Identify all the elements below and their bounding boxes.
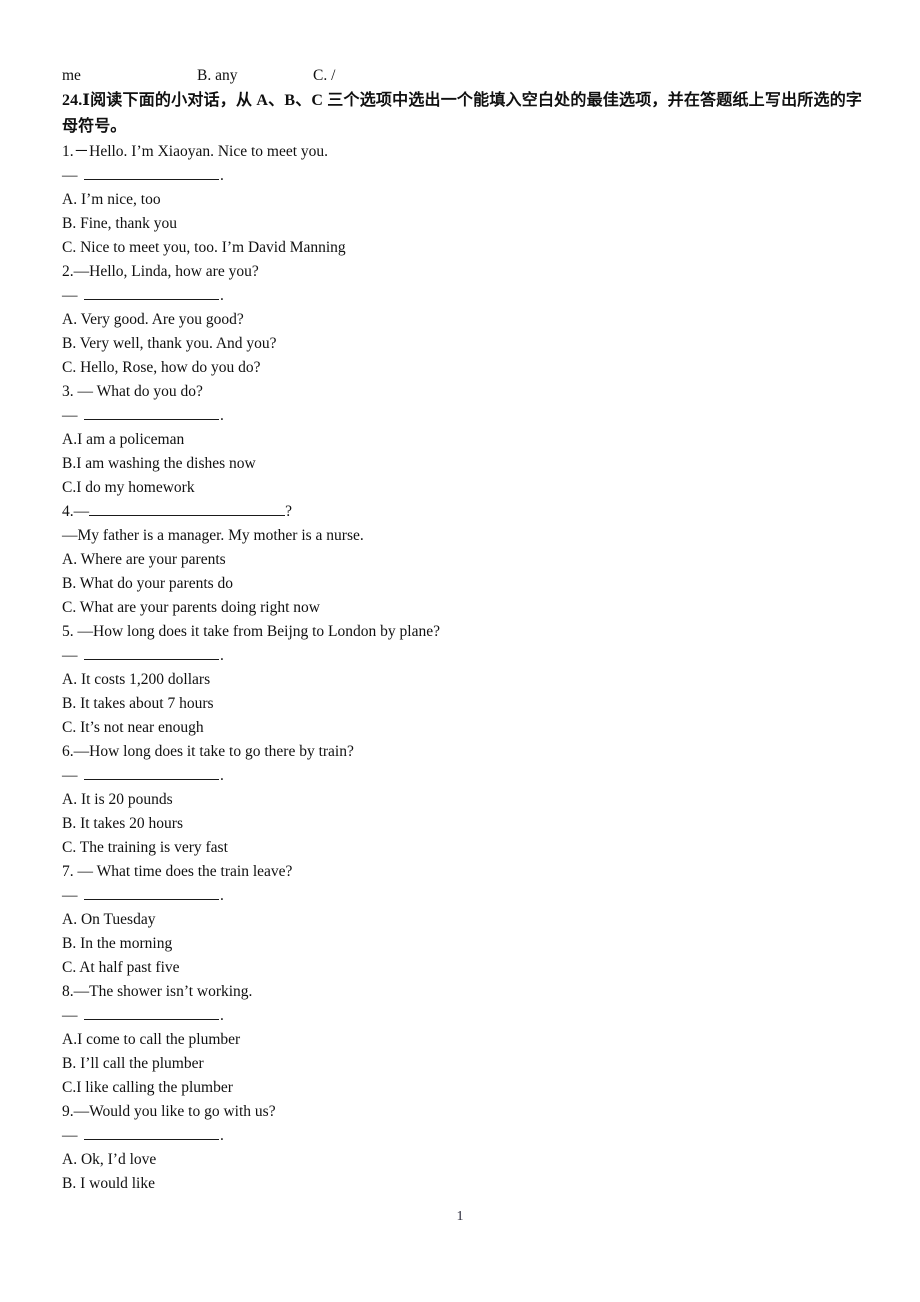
prompt-suffix: ? — [285, 503, 293, 520]
question-block: 5. —How long does it take from Beijng to… — [62, 620, 862, 740]
answer-option[interactable]: A.I come to call the plumber — [62, 1028, 862, 1052]
question-block: 8.—The shower isn’t working. —. A.I come t… — [62, 980, 862, 1100]
answer-option[interactable]: C. The training is very fast — [62, 836, 862, 860]
answer-blank-field[interactable] — [84, 285, 219, 300]
question-prompt: 6.—How long does it take to go there by … — [62, 743, 354, 760]
answer-option[interactable]: A. It costs 1,200 dollars — [62, 668, 862, 692]
prompt-prefix: 4.— — [62, 503, 90, 520]
answer-blank-line: —. — [62, 644, 862, 668]
question-block: 4.—? —My father is a manager. My mother i… — [62, 500, 862, 620]
answer-blank-field[interactable] — [84, 645, 219, 660]
answer-option[interactable]: A. I’m nice, too — [62, 188, 862, 212]
question-prompt: 1.－Hello. I’m Xiaoyan. Nice to meet you. — [62, 143, 329, 160]
answer-blank-line: —. — [62, 284, 862, 308]
answer-option[interactable]: B. Very well, thank you. And you? — [62, 332, 862, 356]
answer-option[interactable]: C. At half past five — [62, 956, 862, 980]
answer-terminator: . — [220, 167, 224, 184]
exercise-instruction: 24.Ⅰ阅读下面的小对话，从 A、B、C 三个选项中选出一个能填入空白处的最佳选… — [62, 92, 862, 135]
header-fragment-row: me B. any C. / — [62, 64, 862, 88]
answer-dash: — — [62, 1127, 78, 1144]
answer-blank-line: —. — [62, 884, 862, 908]
answer-option[interactable]: C.I like calling the plumber — [62, 1076, 862, 1100]
answer-blank-field[interactable] — [84, 165, 219, 180]
question-prompt: 5. —How long does it take from Beijng to… — [62, 623, 440, 640]
answer-blank-line: —. — [62, 164, 862, 188]
question-prompt-with-inline-blank: 4.—? — [62, 500, 862, 524]
answer-blank-field[interactable] — [84, 765, 219, 780]
answer-blank-field[interactable] — [84, 1125, 219, 1140]
fragment-col-3: C. / — [313, 67, 336, 84]
answer-blank-field[interactable] — [84, 405, 219, 420]
answer-dash: — — [62, 407, 78, 424]
answer-option[interactable]: C. It’s not near enough — [62, 716, 862, 740]
question-prompt: 7. — What time does the train leave? — [62, 863, 293, 880]
question-prompt: 8.—The shower isn’t working. — [62, 983, 253, 1000]
answer-blank-line: —. — [62, 764, 862, 788]
answer-terminator: . — [220, 887, 224, 904]
answer-blank-field[interactable] — [89, 501, 286, 516]
answer-dash: — — [62, 167, 78, 184]
question-block: 1.－Hello. I’m Xiaoyan. Nice to meet you.… — [62, 140, 862, 260]
question-prompt: 9.—Would you like to go with us? — [62, 1103, 276, 1120]
answer-dash: — — [62, 287, 78, 304]
question-block: 6.—How long does it take to go there by … — [62, 740, 862, 860]
answer-dash: — — [62, 887, 78, 904]
answer-option[interactable]: B. In the morning — [62, 932, 862, 956]
question-response-text: —My father is a manager. My mother is a … — [62, 527, 364, 544]
answer-option[interactable]: B. It takes 20 hours — [62, 812, 862, 836]
question-block: 2.—Hello, Linda, how are you? —. A. Very g… — [62, 260, 862, 380]
answer-option[interactable]: B. Fine, thank you — [62, 212, 862, 236]
answer-option[interactable]: A. Where are your parents — [62, 548, 862, 572]
question-block: 9.—Would you like to go with us? —. A. Ok,… — [62, 1100, 862, 1196]
answer-option[interactable]: B. I would like — [62, 1172, 862, 1196]
answer-option[interactable]: A. On Tuesday — [62, 908, 862, 932]
page-content: me B. any C. / 24.Ⅰ阅读下面的小对话，从 A、B、C 三个选项中选… — [62, 64, 862, 1196]
answer-option[interactable]: C. Nice to meet you, too. I’m David Mann… — [62, 236, 862, 260]
answer-blank-line: —. — [62, 1124, 862, 1148]
answer-option[interactable]: C. What are your parents doing right now — [62, 596, 862, 620]
page-number: 1 — [456, 1209, 464, 1224]
question-block: 3. — What do you do? —. A.I am a policeman… — [62, 380, 862, 500]
answer-option[interactable]: B. What do your parents do — [62, 572, 862, 596]
answer-dash: — — [62, 647, 78, 664]
question-block: 7. — What time does the train leave? —. A.… — [62, 860, 862, 980]
answer-option[interactable]: A. Very good. Are you good? — [62, 308, 862, 332]
answer-terminator: . — [220, 647, 224, 664]
answer-blank-field[interactable] — [84, 1005, 219, 1020]
question-prompt: 2.—Hello, Linda, how are you? — [62, 263, 259, 280]
answer-terminator: . — [220, 1127, 224, 1144]
answer-option[interactable]: A.I am a policeman — [62, 428, 862, 452]
fragment-col-2: B. any — [197, 67, 238, 84]
answer-terminator: . — [220, 407, 224, 424]
fragment-col-1: me — [62, 67, 81, 84]
answer-option[interactable]: C. Hello, Rose, how do you do? — [62, 356, 862, 380]
answer-option[interactable]: A. Ok, I’d love — [62, 1148, 862, 1172]
answer-dash: — — [62, 767, 78, 784]
document-page: me B. any C. / 24.Ⅰ阅读下面的小对话，从 A、B、C 三个选项中选… — [0, 0, 920, 1302]
answer-dash: — — [62, 1007, 78, 1024]
answer-option[interactable]: B. It takes about 7 hours — [62, 692, 862, 716]
answer-blank-line: —. — [62, 404, 862, 428]
answer-option[interactable]: C.I do my homework — [62, 476, 862, 500]
answer-blank-line: —. — [62, 1004, 862, 1028]
answer-terminator: . — [220, 287, 224, 304]
answer-blank-field[interactable] — [84, 885, 219, 900]
answer-terminator: . — [220, 767, 224, 784]
question-prompt: 3. — What do you do? — [62, 383, 203, 400]
answer-option[interactable]: A. It is 20 pounds — [62, 788, 862, 812]
answer-terminator: . — [220, 1007, 224, 1024]
question-list: 1.－Hello. I’m Xiaoyan. Nice to meet you.… — [62, 140, 862, 1196]
answer-option[interactable]: B. I’ll call the plumber — [62, 1052, 862, 1076]
answer-option[interactable]: B.I am washing the dishes now — [62, 452, 862, 476]
